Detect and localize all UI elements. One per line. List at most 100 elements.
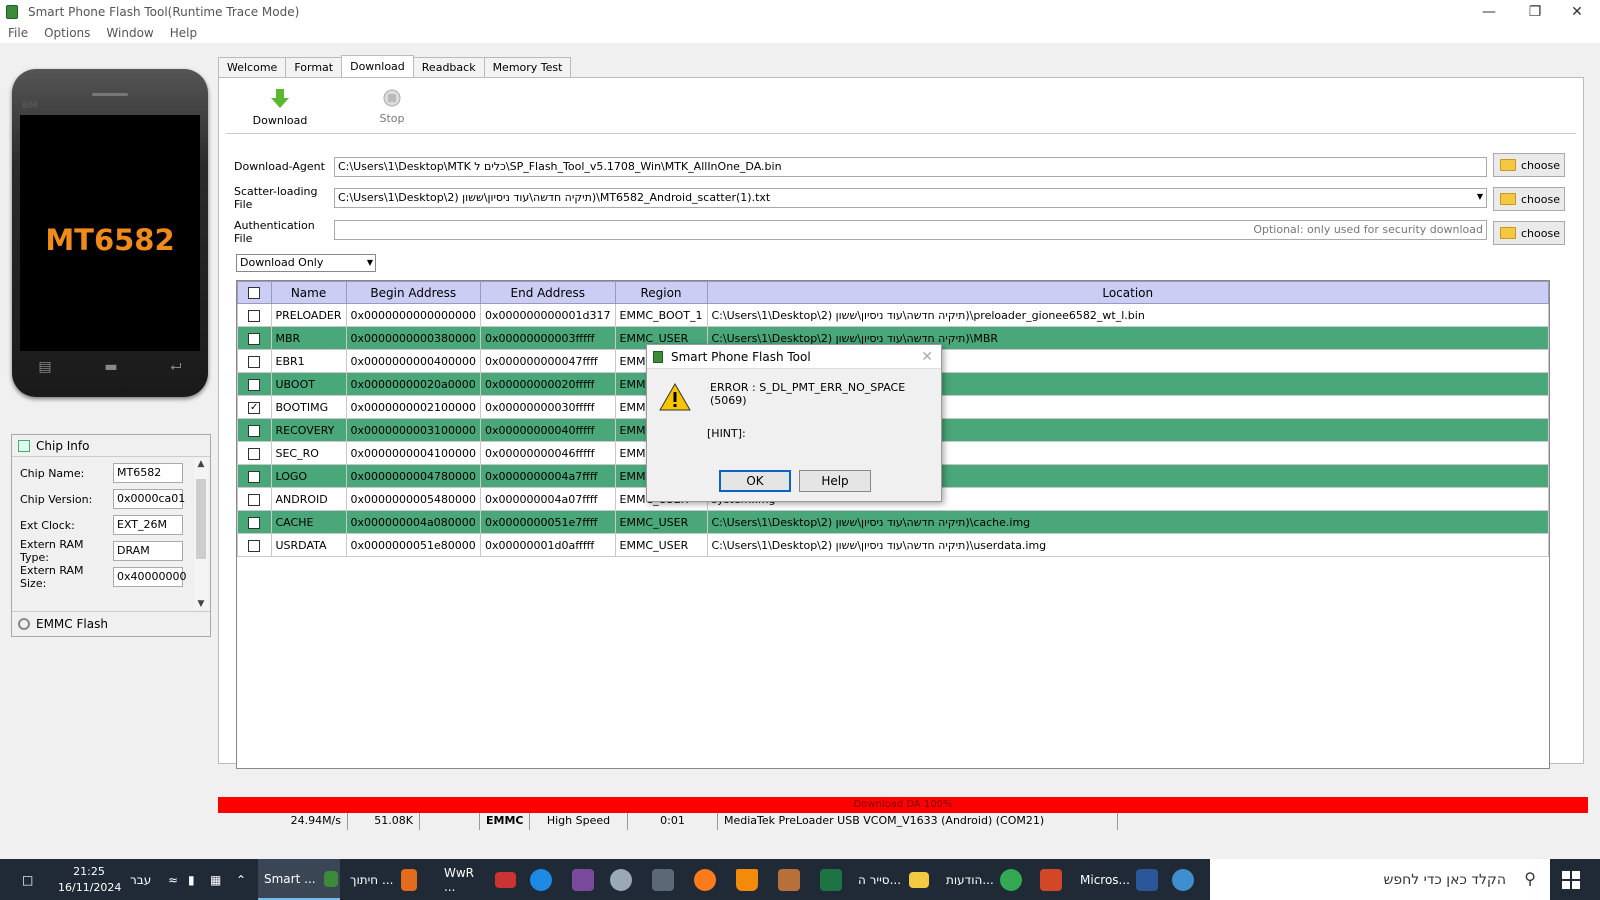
- onedrive-icon[interactable]: [530, 859, 552, 900]
- devices-icon[interactable]: [610, 859, 632, 900]
- auth-input[interactable]: Optional: only used for security downloa…: [334, 220, 1487, 240]
- tab-format[interactable]: Format: [285, 57, 343, 77]
- chip-row-value: 0x0000ca01: [113, 489, 185, 509]
- battery-icon[interactable]: ▮: [188, 859, 195, 900]
- cell-name: ANDROID: [270, 487, 347, 511]
- chip-row: Extern RAM Size: 0x40000000: [20, 564, 190, 590]
- taskbar-item-messages[interactable]: הודעות...: [946, 859, 1022, 900]
- help-button[interactable]: Help: [799, 470, 871, 492]
- cell-end-address: 0x000000000047ffff: [480, 349, 616, 373]
- scroll-thumb[interactable]: [196, 479, 206, 559]
- row-checkbox[interactable]: [248, 539, 261, 552]
- paint-icon[interactable]: [778, 859, 800, 900]
- taskbar-time: 21:25: [73, 865, 105, 878]
- status-spacer: [420, 813, 480, 830]
- row-checkbox[interactable]: [248, 424, 261, 437]
- table-row[interactable]: USRDATA 0x0000000051e80000 0x00000001d0aff…: [237, 533, 1549, 557]
- row-checkbox[interactable]: ✓: [248, 401, 261, 414]
- choose-auth-button[interactable]: choose: [1493, 221, 1565, 245]
- taskbar-item-label: Micros...: [1080, 872, 1130, 887]
- table-row[interactable]: PRELOADER 0x0000000000000000 0x00000000000…: [237, 303, 1549, 327]
- back-key-icon: ⮠: [170, 359, 182, 375]
- row-checkbox[interactable]: [248, 355, 261, 368]
- tab-welcome[interactable]: Welcome: [218, 57, 287, 77]
- language-indicator[interactable]: עבר: [130, 859, 151, 900]
- cell-end-address: 0x00000000040fffff: [480, 418, 616, 442]
- row-checkbox[interactable]: [248, 470, 261, 483]
- taskbar-search[interactable]: הקלד כאן כדי לחפש ⚲: [1210, 859, 1550, 900]
- cell-name: USRDATA: [270, 533, 347, 557]
- start-icon[interactable]: [1562, 871, 1580, 889]
- row-checkbox[interactable]: [248, 378, 261, 391]
- choose-scatter-button[interactable]: choose: [1493, 187, 1565, 211]
- scroll-down-icon[interactable]: ▼: [194, 599, 208, 609]
- menu-window[interactable]: Window: [106, 26, 153, 40]
- powerpoint-icon[interactable]: [1040, 859, 1062, 900]
- taskbar-item-word[interactable]: Micros...: [1080, 859, 1166, 900]
- phone-screen: MT6582: [20, 115, 200, 351]
- firefox-icon[interactable]: [694, 859, 716, 900]
- chip-scrollbar[interactable]: ▲ ▼: [194, 459, 208, 609]
- scroll-up-icon[interactable]: ▲: [194, 459, 208, 469]
- globe-icon[interactable]: [1172, 859, 1194, 900]
- excel-icon[interactable]: [820, 859, 842, 900]
- menu-options[interactable]: Options: [44, 26, 90, 40]
- taskbar-item-wwr[interactable]: WwR ...: [444, 859, 516, 900]
- search-icon: ⚲: [1524, 869, 1536, 888]
- download-button[interactable]: Download: [250, 88, 310, 127]
- chip-info-title: Chip Info: [36, 438, 90, 453]
- scatter-value: C:\Users\1\Desktop\2) תיקיה חדשה\עוד ניס…: [338, 191, 771, 204]
- chevron-down-icon[interactable]: ▼: [1477, 192, 1483, 201]
- status-speed: 24.94M/s: [218, 813, 348, 830]
- taskbar-item-label: WwR ...: [444, 865, 475, 894]
- file-icon[interactable]: ▦: [210, 859, 221, 900]
- row-checkbox[interactable]: [248, 309, 261, 322]
- table-row[interactable]: CACHE 0x000000004a080000 0x0000000051e7fff…: [237, 510, 1549, 534]
- close-icon[interactable]: ✕: [921, 349, 933, 365]
- ok-button[interactable]: OK: [719, 470, 791, 492]
- row-checkbox[interactable]: [248, 493, 261, 506]
- notification-icon[interactable]: □: [22, 859, 33, 900]
- status-mode: High Speed: [530, 813, 628, 830]
- row-checkbox[interactable]: [248, 516, 261, 529]
- download-agent-input[interactable]: C:\Users\1\Desktop\MTK כלים ל\SP_Flash_T…: [334, 157, 1487, 177]
- minimize-button[interactable]: —: [1466, 0, 1512, 23]
- row-checkbox-cell: [237, 533, 272, 557]
- winrar-archive-icon[interactable]: [572, 859, 594, 900]
- scatter-input[interactable]: C:\Users\1\Desktop\2) תיקיה חדשה\עוד ניס…: [334, 188, 1487, 208]
- chip-row: Extern RAM Type: DRAM: [20, 538, 190, 564]
- restore-button[interactable]: ❐: [1512, 0, 1558, 23]
- select-all-checkbox[interactable]: [248, 287, 261, 299]
- cell-name: CACHE: [270, 510, 347, 534]
- chevron-up-icon[interactable]: ⌃: [236, 859, 246, 900]
- row-checkbox-cell: [237, 418, 272, 442]
- menu-file[interactable]: File: [8, 26, 28, 40]
- vlc-icon[interactable]: [736, 859, 758, 900]
- status-size: 51.08K: [348, 813, 420, 830]
- menu-help[interactable]: Help: [170, 26, 197, 40]
- status-storage: EMMC: [480, 813, 530, 830]
- choose-download-agent-button[interactable]: choose: [1493, 153, 1565, 177]
- taskbar-clock[interactable]: 21:25 16/11/2024: [58, 864, 121, 896]
- tab-download[interactable]: Download: [341, 55, 414, 77]
- chip-row-value: DRAM: [113, 541, 183, 561]
- taskbar-item-label: סייר ה...: [858, 872, 902, 887]
- wifi-icon[interactable]: ≈: [168, 859, 178, 900]
- emmc-flash-header[interactable]: EMMC Flash: [12, 611, 210, 635]
- taskbar-item-snip[interactable]: חיתוך ...: [350, 859, 430, 900]
- folder-icon: [1500, 193, 1516, 205]
- cell-begin-address: 0x0000000005480000: [345, 487, 482, 511]
- row-checkbox[interactable]: [248, 447, 261, 460]
- chip-info-header[interactable]: Chip Info: [12, 435, 210, 457]
- select-all-header[interactable]: [237, 281, 272, 304]
- taskbar-item-explorer[interactable]: סייר ה...: [858, 859, 940, 900]
- download-mode-select[interactable]: Download Only ▼: [236, 254, 376, 272]
- chrome-icon: [999, 868, 1022, 891]
- taskbar-item-smart[interactable]: Smart ...: [258, 859, 340, 900]
- row-checkbox[interactable]: [248, 332, 261, 345]
- close-button[interactable]: ✕: [1554, 0, 1600, 23]
- tab-readback[interactable]: Readback: [412, 57, 485, 77]
- tab-memory-test[interactable]: Memory Test: [483, 57, 572, 77]
- calculator-icon[interactable]: [652, 859, 674, 900]
- stop-button[interactable]: Stop: [362, 88, 422, 125]
